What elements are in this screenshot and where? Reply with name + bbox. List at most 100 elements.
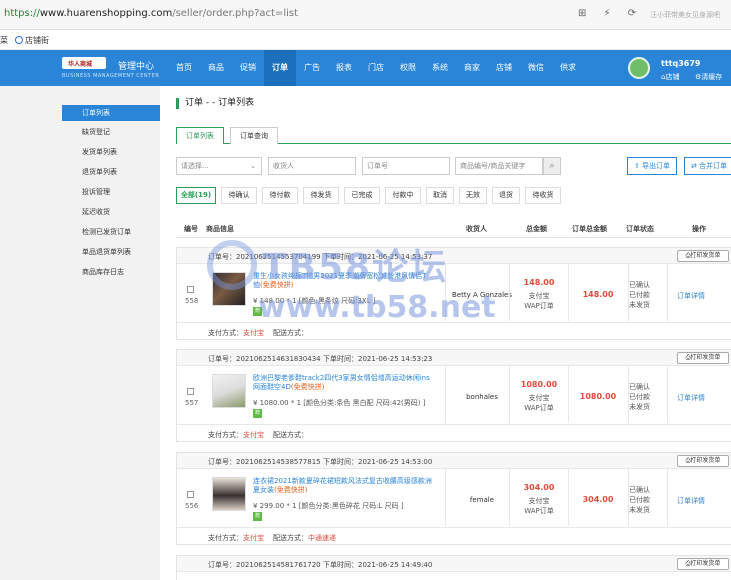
order-number: 订单号：2021062514538577815: [208, 458, 321, 466]
status-tab-pending-receive[interactable]: 待收货: [525, 187, 561, 204]
status-tab-completed[interactable]: 已完成: [344, 187, 380, 204]
goods-keyword-input[interactable]: 商品编号/商品关键字: [455, 157, 543, 175]
column-header-id: 编号: [184, 225, 198, 233]
order-status: 已确认 已付款 未发货: [629, 281, 650, 309]
nav-orders[interactable]: 订单: [264, 50, 296, 86]
shop-link[interactable]: ⌂店铺: [661, 72, 679, 82]
order-no-input[interactable]: 订单号: [362, 157, 450, 175]
search-button[interactable]: ⌕: [543, 157, 561, 175]
nav-merchants[interactable]: 商家: [456, 50, 488, 86]
status-tab-invalid[interactable]: 无效: [459, 187, 487, 204]
watermark-logo-icon: [207, 240, 257, 290]
page-title: 订单 - - 订单列表: [176, 98, 254, 109]
sidebar-item-check-shipped[interactable]: 检测已发货订单: [62, 224, 160, 240]
status-tab-returned[interactable]: 退货: [492, 187, 520, 204]
pay-method: 支付方式：支付宝: [208, 431, 264, 439]
bookmarks-bar: 菜 店铺街: [0, 30, 731, 50]
watermark-url: www.tb58.net: [258, 290, 496, 325]
product-spec: ¥ 299.00 * 1 [颜色分类:黑色碎花 尺码:L 尺码 ]: [253, 502, 404, 510]
sidebar-item-stockout[interactable]: 缺货登记: [62, 124, 160, 140]
print-delivery-button[interactable]: ⎙打印发货单: [677, 352, 729, 364]
print-delivery-button[interactable]: ⎙打印发货单: [677, 558, 729, 570]
nav-wechat[interactable]: 微信: [520, 50, 552, 86]
pay-desc: 支付宝 WAP订单: [524, 497, 554, 515]
nav-stores[interactable]: 门店: [360, 50, 392, 86]
receiver-name: female: [469, 496, 495, 504]
nav-supply[interactable]: 供求: [552, 50, 584, 86]
avatar[interactable]: [628, 57, 650, 79]
status-tab-paying[interactable]: 付款中: [385, 187, 421, 204]
tab-order-list[interactable]: 订单列表: [176, 127, 224, 144]
browser-toolbar-icons[interactable]: ⊞ ⚡ ⟳: [578, 8, 643, 19]
sidebar-item-complaints[interactable]: 投诉管理: [62, 184, 160, 200]
order-id: 557: [185, 399, 199, 407]
order-time: 下单时间：2021-06-25 14:53:00: [323, 458, 433, 466]
receiver-input[interactable]: 收货人: [268, 157, 356, 175]
tab-order-query[interactable]: 订单查询: [230, 127, 278, 144]
brand-title: 管理中心: [118, 62, 155, 72]
nav-shop[interactable]: 店铺: [488, 50, 520, 86]
url-text[interactable]: https://www.huarenshopping.com/seller/or…: [4, 8, 298, 19]
product-thumbnail[interactable]: [212, 374, 246, 408]
clear-cache-link[interactable]: ⚙清缓存: [695, 72, 722, 82]
order-detail-link[interactable]: 订单详情: [677, 496, 705, 506]
sidebar-item-delay-receipt[interactable]: 延迟收货: [62, 204, 160, 220]
sidebar-item-single-return[interactable]: 单品退货单列表: [62, 244, 160, 260]
print-delivery-button[interactable]: ⎙打印发货单: [677, 455, 729, 467]
order-id: 556: [185, 502, 199, 510]
product-name-link[interactable]: 连衣裙2021新款夏碎花裙短款风法式复古收腰高级感款洲夏女装(免费快拼): [253, 477, 433, 495]
top-navigation: 华人商城 管理中心 BUSINESS MANAGEMENT CENTER 首页 …: [0, 50, 731, 86]
order-detail-link[interactable]: 订单详情: [677, 291, 705, 301]
status-tab-cancelled[interactable]: 取消: [426, 187, 454, 204]
export-icon: ⇪: [633, 162, 643, 170]
pay-desc: 支付宝 WAP订单: [524, 292, 554, 310]
order-checkbox[interactable]: [187, 388, 194, 395]
status-select[interactable]: 请选择... ⌄: [176, 157, 262, 175]
order-checkbox[interactable]: [187, 286, 194, 293]
sidebar-item-delivery-list[interactable]: 发货单列表: [62, 144, 160, 160]
browser-search-hint[interactable]: 汪小菲带美女见身源吧: [650, 10, 720, 20]
order-detail-link[interactable]: 订单详情: [677, 393, 705, 403]
sidebar-item-order-list[interactable]: 订单列表: [62, 105, 160, 121]
delivery-method: 配送方式：: [273, 431, 308, 439]
pay-method: 支付方式：支付宝: [208, 329, 264, 337]
print-delivery-button[interactable]: ⎙打印发货单: [677, 250, 729, 262]
column-divider: [445, 469, 446, 526]
bookmark-item[interactable]: 菜: [0, 35, 8, 46]
nav-system[interactable]: 系统: [424, 50, 456, 86]
bookmark-item[interactable]: 店铺街: [15, 35, 49, 46]
nav-ads[interactable]: 广告: [296, 50, 328, 86]
merge-orders-button[interactable]: ⇄ 合并订单: [684, 157, 731, 175]
order-number: 订单号：2021062514631830434: [208, 355, 321, 363]
product-thumbnail[interactable]: [212, 477, 246, 511]
order-header: 订单号：2021062514631830434 下单时间：2021-06-25 …: [177, 350, 731, 366]
product-spec: ¥ 1080.00 * 1 [颜色分类:条色 黑白配 尺码:42(男码) ]: [253, 399, 426, 407]
order-header: 订单号：2021062514553704199 下单时间：2021-06-25 …: [177, 248, 731, 264]
column-header-goods: 商品信息: [206, 225, 234, 233]
order-checkbox[interactable]: [187, 491, 194, 498]
nav-promotion[interactable]: 促销: [232, 50, 264, 86]
order-id: 558: [185, 297, 199, 305]
status-tab-pending-confirm[interactable]: 待确认: [221, 187, 257, 204]
nav-home[interactable]: 首页: [168, 50, 200, 86]
sidebar-item-return-list[interactable]: 退货单列表: [62, 164, 160, 180]
column-header-receiver: 收货人: [466, 225, 487, 233]
order-amount: 304.00: [523, 483, 555, 492]
sidebar-item-stock-log[interactable]: 商品库存日志: [62, 264, 160, 280]
address-bar[interactable]: https://www.huarenshopping.com/seller/or…: [0, 0, 731, 30]
export-orders-button[interactable]: ⇪ 导出订单: [627, 157, 677, 175]
status-tab-pending-pay[interactable]: 待付款: [262, 187, 298, 204]
order-footer: 支付方式：支付宝 配送方式：: [177, 424, 731, 442]
watermark-text: TB58论坛: [262, 247, 449, 288]
status-tab-all[interactable]: 全部(19): [176, 187, 216, 204]
order-card: 订单号：2021062514631830434 下单时间：2021-06-25 …: [176, 349, 731, 442]
search-icon: ⌕: [549, 161, 555, 171]
column-header-order-total: 订单总金额: [572, 225, 607, 233]
nav-goods[interactable]: 商品: [200, 50, 232, 86]
username[interactable]: tttq3679: [661, 59, 700, 68]
nav-reports[interactable]: 报表: [328, 50, 360, 86]
status-tab-pending-ship[interactable]: 待发货: [303, 187, 339, 204]
product-name-link[interactable]: 欧洲巴黎老爹鞋track2四代3家男女情侣增高运动休闲ins网面鞋空4D(免费快…: [253, 374, 433, 392]
pay-method: 支付方式：支付宝: [208, 534, 264, 542]
nav-permissions[interactable]: 权限: [392, 50, 424, 86]
